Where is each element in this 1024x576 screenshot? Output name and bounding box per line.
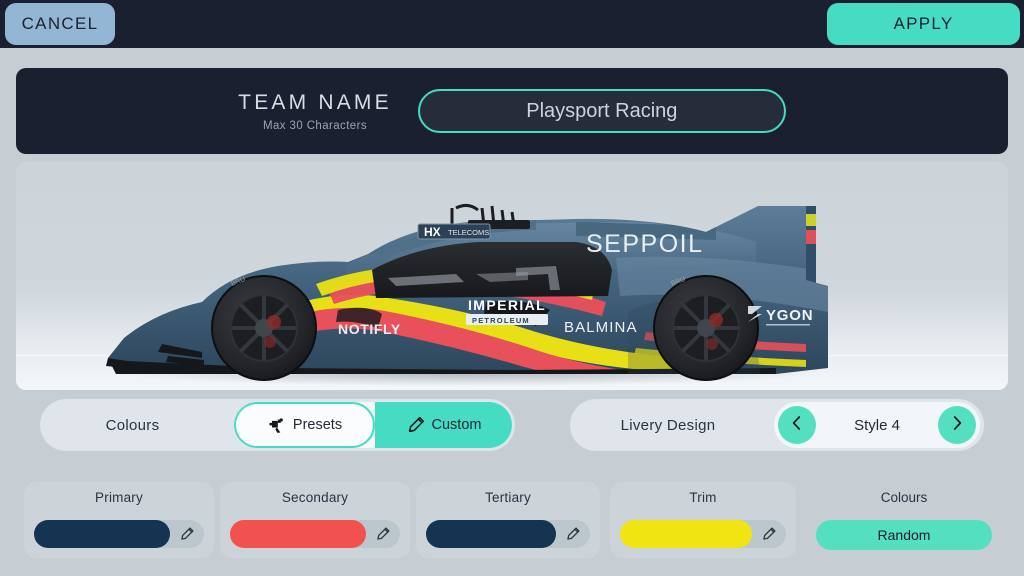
swatch-label-trim: Trim — [689, 490, 717, 505]
livery-next-button[interactable] — [938, 406, 976, 444]
svg-text:HX: HX — [424, 225, 441, 239]
car-render: BRU BRU HX TELECOMS SEPPOIL IMPERIAL PET… — [16, 162, 1008, 390]
livery-editor-screen: CANCEL APPLY TEAM NAME Max 30 Characters… — [0, 0, 1024, 576]
team-name-title: TEAM NAME — [238, 90, 392, 114]
pencil-icon — [406, 415, 426, 435]
swatch-edit-trim[interactable] — [752, 526, 786, 542]
swatch-card-trim: Trim — [610, 482, 796, 558]
colours-mode-segmented-control: Presets Custom — [234, 402, 512, 448]
presets-tab[interactable]: Presets — [234, 402, 375, 448]
random-colours-button-label: Random — [877, 527, 931, 543]
apply-button[interactable]: APPLY — [827, 3, 1020, 45]
svg-text:TELECOMS: TELECOMS — [448, 228, 489, 237]
team-name-input[interactable]: Playsport Racing — [417, 89, 786, 133]
livery-design-stepper: Style 4 — [774, 402, 980, 448]
swatch-edit-tertiary[interactable] — [556, 526, 590, 542]
colours-mode-group: Colours Presets Custom — [40, 399, 515, 451]
svg-text:NOTIFLY: NOTIFLY — [338, 321, 401, 337]
svg-text:PETROLEUM: PETROLEUM — [472, 316, 530, 325]
pencil-icon — [567, 527, 580, 540]
swatch-card-tertiary: Tertiary — [416, 482, 600, 558]
swatch-card-primary: Primary — [24, 482, 214, 558]
spray-gun-icon — [267, 415, 287, 435]
svg-text:YGON: YGON — [766, 307, 813, 324]
swatch-edit-secondary[interactable] — [366, 526, 400, 542]
colour-swatch-bar: Primary Secondary Tertiary Trim Colours … — [0, 464, 1024, 576]
livery-design-group: Livery Design Style 4 — [570, 399, 984, 451]
colours-mode-label: Colours — [105, 416, 160, 434]
team-name-panel: TEAM NAME Max 30 Characters Playsport Ra… — [16, 68, 1008, 154]
svg-text:BALMINA: BALMINA — [564, 319, 638, 336]
swatch-label-primary: Primary — [95, 490, 143, 505]
custom-tab[interactable]: Custom — [375, 402, 512, 448]
chevron-right-icon — [948, 414, 966, 437]
swatch-chip-primary[interactable] — [34, 520, 170, 548]
swatch-row-secondary — [230, 520, 400, 548]
swatch-row-tertiary — [426, 520, 590, 548]
pencil-icon — [181, 527, 194, 540]
swatch-chip-tertiary[interactable] — [426, 520, 556, 548]
swatch-chip-secondary[interactable] — [230, 520, 366, 548]
top-bar: CANCEL APPLY — [0, 0, 1024, 48]
swatch-row-trim — [620, 520, 786, 548]
random-colours-label: Colours — [880, 490, 928, 505]
pencil-icon — [763, 527, 776, 540]
chevron-left-icon — [788, 414, 806, 437]
team-name-value: Playsport Racing — [526, 99, 678, 122]
livery-design-label: Livery Design — [620, 416, 716, 434]
pencil-icon — [377, 527, 390, 540]
swatch-chip-trim[interactable] — [620, 520, 752, 548]
swatch-label-tertiary: Tertiary — [485, 490, 531, 505]
swatch-card-secondary: Secondary — [220, 482, 410, 558]
swatch-label-secondary: Secondary — [281, 490, 349, 505]
swatch-row-primary — [34, 520, 204, 548]
swatch-edit-primary[interactable] — [170, 526, 204, 542]
apply-button-label: APPLY — [893, 14, 954, 33]
livery-prev-button[interactable] — [778, 406, 816, 444]
team-name-hint: Max 30 Characters — [263, 119, 367, 132]
livery-design-value: Style 4 — [854, 416, 900, 434]
random-colours-button[interactable]: Random — [816, 520, 992, 550]
random-colours-card: Colours Random — [816, 482, 992, 558]
custom-tab-label: Custom — [431, 417, 482, 433]
car-preview-stage: BRU BRU HX TELECOMS SEPPOIL IMPERIAL PET… — [16, 162, 1008, 390]
svg-text:IMPERIAL: IMPERIAL — [468, 297, 546, 313]
mid-control-row: Colours Presets Custom Livery Design Sty… — [0, 396, 1024, 458]
cancel-button-label: CANCEL — [21, 14, 99, 33]
team-name-labels: TEAM NAME Max 30 Characters — [238, 91, 392, 132]
presets-tab-label: Presets — [292, 417, 343, 433]
svg-text:SEPPOIL: SEPPOIL — [586, 230, 704, 258]
cancel-button[interactable]: CANCEL — [5, 3, 115, 45]
